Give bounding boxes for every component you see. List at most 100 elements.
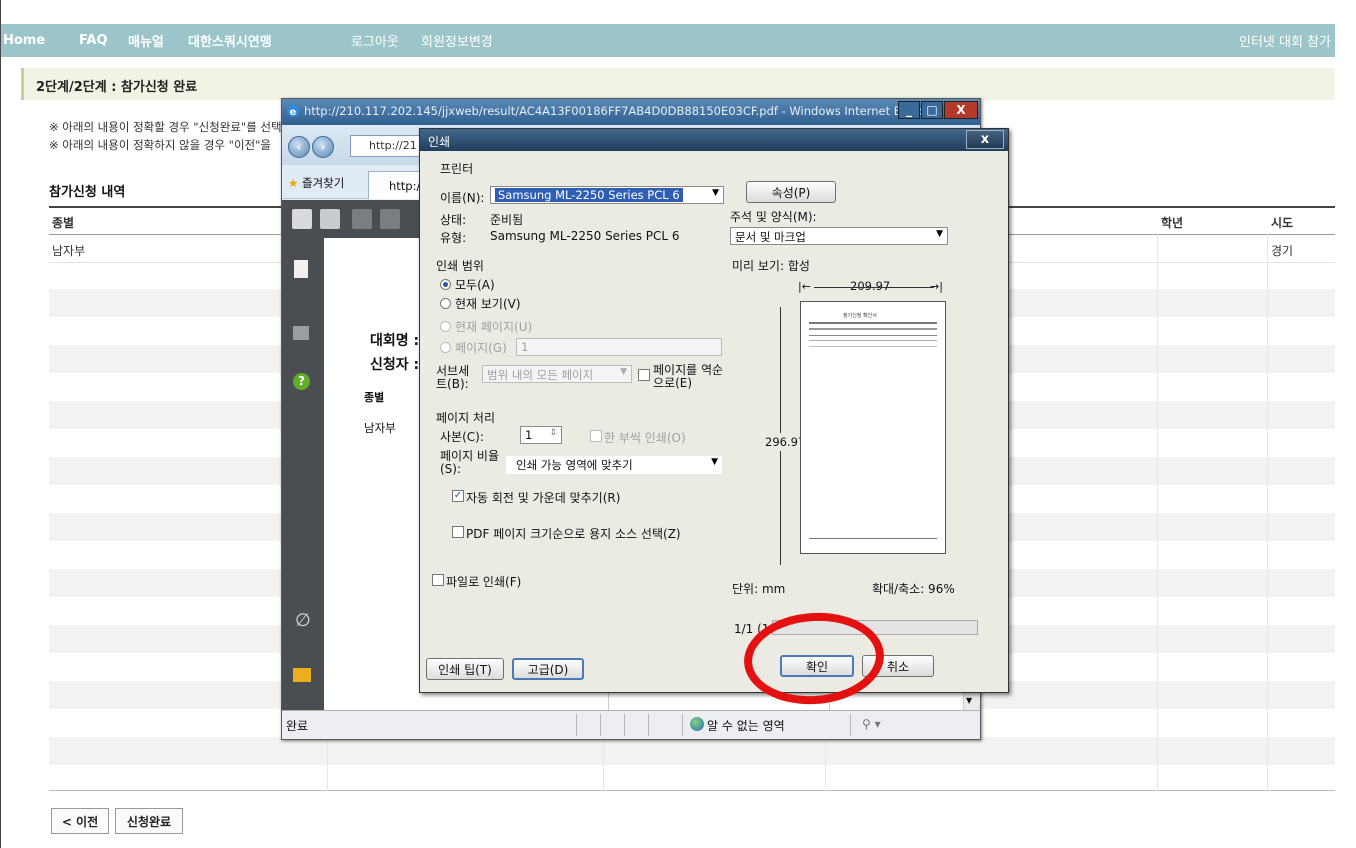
forward-icon[interactable]: › (312, 136, 334, 158)
print-to-file-checkbox[interactable] (432, 574, 444, 586)
range-all-radio[interactable] (440, 279, 451, 290)
printer-name-label: 이름(N): (440, 191, 485, 205)
zoom-control-icon[interactable]: ⚲ ▾ (862, 717, 881, 731)
range-pages-label: 페이지(G) (455, 341, 507, 355)
binoculars-icon[interactable] (293, 326, 309, 340)
minimize-icon[interactable]: _ (898, 101, 920, 119)
preview-line (809, 322, 937, 324)
comments-icon[interactable] (293, 668, 311, 682)
col-header-grade: 학년 (1161, 216, 1184, 230)
range-current-view-label[interactable]: 현재 보기(V) (455, 295, 521, 312)
collate-checkbox (590, 430, 602, 442)
auto-rotate-label[interactable]: 자동 회전 및 가운데 맞추기(R) (466, 489, 620, 506)
print-icon[interactable] (292, 209, 312, 229)
maximize-icon[interactable]: □ (921, 101, 943, 119)
favorites-label: 즐겨찾기 (301, 176, 345, 190)
web-page: Home FAQ 매뉴얼 대한스쿼시연맹 로그아웃 회원정보변경 인터넷 대회 … (0, 0, 1356, 848)
preview-line (809, 340, 937, 341)
print-to-file-label[interactable]: 파일로 인쇄(F) (446, 573, 521, 590)
range-current-view-radio[interactable] (440, 298, 451, 309)
subset-value: 범위 내의 모든 페이지 (487, 368, 594, 382)
range-pages-radio (440, 342, 451, 353)
ie-close-icon[interactable]: X (944, 101, 978, 119)
range-current-page-label: 현재 페이지(U) (455, 320, 533, 334)
preview-doc-title: 참가신청 확인서 (843, 313, 877, 319)
back-icon[interactable]: ‹ (288, 136, 310, 158)
range-current-page-radio (440, 321, 451, 332)
status-separator (850, 714, 851, 736)
reverse-pages-label[interactable]: 페이지를 역순으로(E) (653, 364, 729, 390)
stepper-icon[interactable]: ⇕ (549, 428, 557, 438)
printer-select-value: Samsung ML-2250 Series PCL 6 (495, 188, 683, 202)
range-all-label[interactable]: 모두(A) (455, 276, 495, 293)
reverse-pages-checkbox[interactable] (638, 369, 650, 381)
nav-home[interactable]: Home (3, 33, 45, 48)
ie-title-bar[interactable]: e http://210.117.202.145/jjxweb/result/A… (282, 99, 980, 125)
pages-input: 1 (516, 338, 722, 356)
instruction-note-2: ※ 아래의 내용이 정확하지 않을 경우 "이전"을 (49, 138, 272, 152)
pages-icon[interactable] (294, 260, 308, 278)
nav-manual[interactable]: 매뉴얼 (128, 31, 164, 50)
svg-text:e: e (290, 107, 297, 118)
auto-rotate-checkbox[interactable]: ✓ (452, 490, 464, 502)
instruction-note-1: ※ 아래의 내용이 정확할 경우 "신청완료"를 선택 (49, 120, 282, 134)
close-icon[interactable]: x (966, 130, 1004, 149)
page-scaling-label: 페이지 비율(S): (440, 449, 500, 476)
save-icon[interactable] (320, 209, 340, 229)
pdf-applicant-label: 신청자 : (370, 357, 420, 373)
preview-line (809, 328, 937, 330)
collate-label: 한 부씩 인쇄(O) (604, 431, 686, 445)
units-label: 단위: mm (732, 582, 786, 596)
advanced-button[interactable]: 고급(D) (512, 658, 584, 680)
table-col-divider (1157, 234, 1158, 791)
ie-status-bar: 완료 알 수 없는 영역 ⚲ ▾ (282, 710, 980, 739)
pdf-row-type: 남자부 (364, 421, 396, 435)
page-scaling-select[interactable]: 인쇄 가능 영역에 맞추기 ▼ (506, 456, 722, 474)
status-separator (600, 714, 601, 736)
preview-width-value: 209.97 (848, 279, 893, 293)
submit-application-button[interactable]: 신청완료 (115, 808, 183, 834)
printer-select[interactable]: Samsung ML-2250 Series PCL 6 ▼ (490, 186, 724, 204)
copies-stepper[interactable]: 1 ⇕ (520, 426, 562, 444)
table-col-divider (1267, 234, 1268, 791)
preview-line (809, 346, 937, 347)
printer-type-label: 유형: (440, 231, 467, 245)
prev-page-icon[interactable] (352, 209, 372, 229)
row-type-cell: 남자부 (52, 244, 86, 258)
width-dimension-line (814, 287, 934, 288)
status-separator (648, 714, 649, 736)
prev-button[interactable]: < 이전 (51, 808, 109, 834)
security-zone-text: 알 수 없는 영역 (707, 719, 785, 733)
next-page-icon[interactable] (380, 209, 400, 229)
nav-logout[interactable]: 로그아웃 (351, 31, 399, 50)
step-title: 2단계/2단계 : 참가신청 완료 (21, 68, 1335, 100)
print-dialog: 인쇄 x 프린터 이름(N): Samsung ML-2250 Series P… (419, 128, 1009, 693)
print-tips-button[interactable]: 인쇄 팁(T) (426, 658, 504, 680)
pdf-paper-source-checkbox[interactable] (452, 526, 464, 538)
pdf-paper-source-label[interactable]: PDF 페이지 크기순으로 용지 소스 선택(Z) (466, 525, 681, 542)
attachment-icon[interactable]: ∅ (295, 610, 311, 631)
scroll-down-icon[interactable]: ▼ (966, 696, 972, 705)
nav-federation[interactable]: 대한스쿼시연맹 (188, 31, 272, 50)
pdf-event-label: 대회명 : (370, 333, 420, 349)
help-icon[interactable]: ? (293, 373, 310, 390)
status-separator (576, 714, 577, 736)
ie-title-text: http://210.117.202.145/jjxweb/result/AC4… (304, 104, 942, 118)
col-header-type: 종별 (52, 216, 75, 230)
printer-status-label: 상태: (440, 213, 467, 227)
table-row-stripe (49, 737, 1335, 765)
status-text: 완료 (286, 719, 309, 733)
nav-faq[interactable]: FAQ (79, 33, 108, 48)
zoom-label: 확대/축소: 96% (872, 582, 955, 596)
chevron-down-icon: ▼ (936, 229, 943, 239)
globe-icon (690, 717, 704, 731)
properties-button[interactable]: 속성(P) (746, 181, 836, 203)
comments-forms-select[interactable]: 문서 및 마크업 ▼ (730, 227, 948, 245)
print-dialog-title[interactable]: 인쇄 (420, 129, 1008, 151)
preview-label: 미리 보기: 합성 (732, 259, 810, 273)
printer-group-label: 프린터 (440, 162, 474, 176)
print-range-group-label: 인쇄 범위 (436, 259, 484, 273)
ie-address-field[interactable]: http://21 (350, 135, 425, 157)
favorites-button[interactable]: ★ 즐겨찾기 (288, 175, 344, 191)
nav-member-info[interactable]: 회원정보변경 (421, 31, 493, 50)
